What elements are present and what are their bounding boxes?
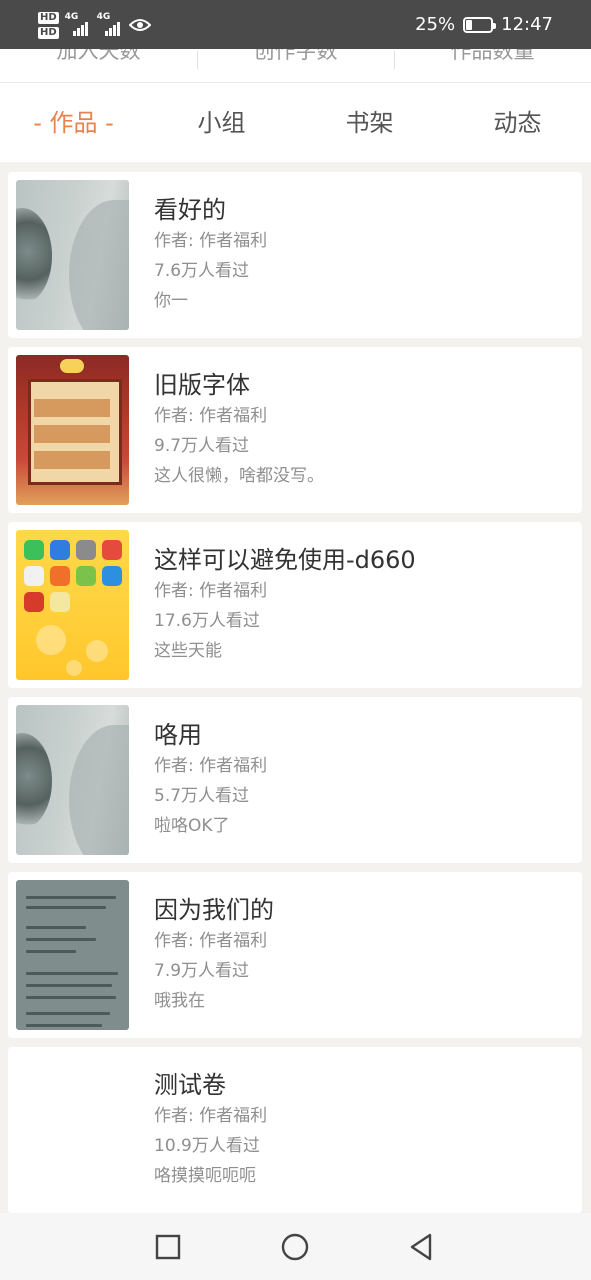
work-cover-image: [16, 530, 129, 680]
work-views: 17.6万人看过: [154, 611, 260, 631]
work-description: 咯摸摸呃呃呃: [154, 1166, 256, 1186]
tab-bookshelf[interactable]: 书架: [296, 83, 443, 162]
recent-apps-icon[interactable]: [151, 1230, 185, 1264]
battery-icon: [463, 16, 497, 33]
work-card[interactable]: 看好的 作者: 作者福利 7.6万人看过 你一: [8, 172, 582, 338]
work-views: 5.7万人看过: [154, 786, 250, 806]
profile-tabs: - 作品 - 小组 书架 动态: [0, 83, 591, 162]
stat-word-count-label: 创作字数: [253, 49, 338, 63]
work-description: 啦咯OK了: [154, 816, 230, 836]
status-bar: HD HD 4G 4G 25% 12:47: [0, 0, 591, 49]
signal-icon-2: 4G: [96, 12, 123, 36]
home-icon[interactable]: [278, 1230, 312, 1264]
work-card[interactable]: 因为我们的 作者: 作者福利 7.9万人看过 哦我在: [8, 872, 582, 1038]
work-cover-image: [16, 705, 129, 855]
work-cover-image: [16, 180, 129, 330]
work-author: 作者: 作者福利: [154, 931, 268, 951]
tab-works[interactable]: - 作品 -: [0, 83, 147, 162]
tab-groups[interactable]: 小组: [148, 83, 295, 162]
work-title: 咯用: [154, 721, 202, 749]
stat-works-count-label: 作品数量: [450, 49, 535, 63]
hd-badge-2: HD: [38, 26, 59, 39]
back-icon[interactable]: [404, 1230, 438, 1264]
work-views: 7.9万人看过: [154, 961, 250, 981]
work-card[interactable]: 测试卷 作者: 作者福利 10.9万人看过 咯摸摸呃呃呃: [8, 1047, 582, 1213]
work-author: 作者: 作者福利: [154, 231, 268, 251]
battery-percent: 25%: [415, 14, 456, 35]
status-right: 25% 12:47: [415, 0, 553, 49]
work-cover-image: [16, 880, 129, 1030]
profile-stats-row: 加入天数 创作字数 作品数量: [0, 49, 591, 83]
work-description: 你一: [154, 291, 188, 311]
work-card[interactable]: 咯用 作者: 作者福利 5.7万人看过 啦咯OK了: [8, 697, 582, 863]
work-author: 作者: 作者福利: [154, 1106, 268, 1126]
work-title: 这样可以避免使用-d660: [154, 546, 416, 574]
work-title: 因为我们的: [154, 896, 274, 924]
battery-fill: [466, 19, 473, 30]
work-author: 作者: 作者福利: [154, 406, 268, 426]
work-views: 9.7万人看过: [154, 436, 250, 456]
signal-icon-1: 4G: [64, 12, 91, 36]
work-description: 这些天能: [154, 641, 222, 661]
work-description: 哦我在: [154, 991, 205, 1011]
system-navigation-bar: [0, 1213, 591, 1280]
work-title: 看好的: [154, 196, 226, 224]
work-title: 测试卷: [154, 1071, 226, 1099]
work-views: 10.9万人看过: [154, 1136, 260, 1156]
hd-indicators: HD HD: [38, 11, 59, 39]
clock: 12:47: [501, 14, 553, 35]
status-left: HD HD 4G 4G: [38, 8, 151, 42]
work-description: 这人很懒，啥都没写。: [154, 466, 324, 486]
network-type-1: 4G: [64, 12, 79, 22]
charging-icon: [474, 19, 483, 30]
hd-badge-1: HD: [38, 11, 59, 24]
tab-activity[interactable]: 动态: [444, 83, 591, 162]
work-title: 旧版字体: [154, 371, 250, 399]
work-author: 作者: 作者福利: [154, 756, 268, 776]
work-card[interactable]: 旧版字体 作者: 作者福利 9.7万人看过 这人很懒，啥都没写。: [8, 347, 582, 513]
work-cover-image: [16, 355, 129, 505]
work-views: 7.6万人看过: [154, 261, 250, 281]
work-author: 作者: 作者福利: [154, 581, 268, 601]
work-card[interactable]: 这样可以避免使用-d660 作者: 作者福利 17.6万人看过 这些天能: [8, 522, 582, 688]
stat-join-days-label: 加入天数: [56, 49, 141, 63]
network-type-2: 4G: [96, 12, 111, 22]
eye-comfort-icon: [128, 19, 151, 31]
